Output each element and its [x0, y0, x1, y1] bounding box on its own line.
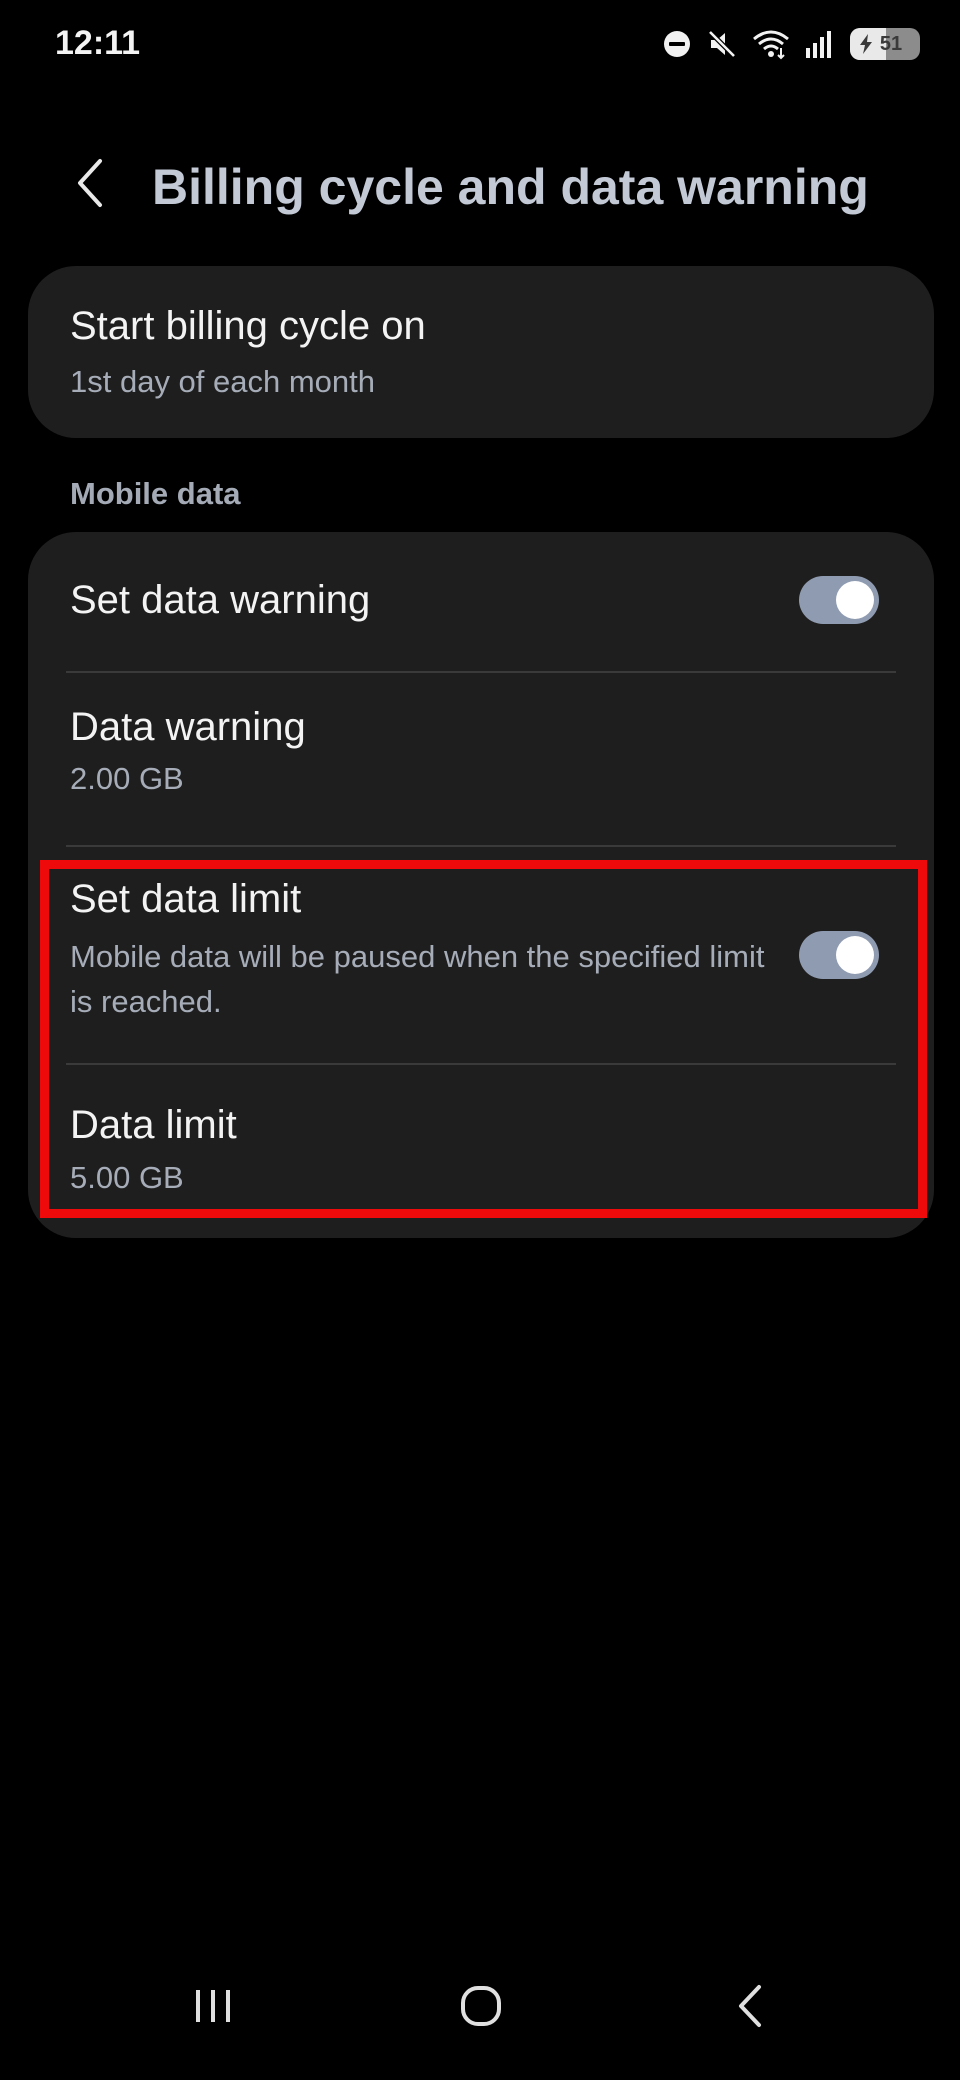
back-button[interactable]: [60, 155, 120, 215]
data-warning-label: Data warning: [70, 705, 306, 749]
data-limit-label: Data limit: [70, 1103, 237, 1147]
billing-cycle-card: Start billing cycle on 1st day of each m…: [28, 266, 934, 438]
set-data-warning-row[interactable]: Set data warning: [28, 532, 934, 672]
billing-cycle-row[interactable]: Start billing cycle on 1st day of each m…: [28, 266, 934, 438]
page-title: Billing cycle and data warning: [152, 159, 869, 215]
app-header: Billing cycle and data warning: [0, 140, 960, 230]
set-data-warning-label: Set data warning: [70, 578, 371, 622]
chevron-left-icon: [73, 157, 107, 214]
data-warning-value: 2.00 GB: [70, 761, 184, 796]
signal-icon: [804, 28, 836, 60]
set-data-warning-toggle[interactable]: [799, 576, 879, 624]
data-limit-row[interactable]: Data limit 5.00 GB: [28, 1065, 934, 1238]
mute-icon: [706, 28, 738, 60]
do-not-disturb-icon: [662, 29, 692, 59]
nav-back-button[interactable]: [700, 1968, 800, 2048]
toggle-knob: [836, 936, 874, 974]
set-data-limit-row[interactable]: Set data limit Mobile data will be pause…: [28, 847, 934, 1023]
back-icon: [735, 1983, 765, 2034]
recent-apps-icon: [191, 1986, 235, 2031]
recent-apps-button[interactable]: [163, 1968, 263, 2048]
navigation-bar: [0, 1950, 960, 2080]
data-limit-value: 5.00 GB: [70, 1160, 184, 1195]
battery-level: 51: [879, 32, 903, 55]
section-label-mobile-data: Mobile data: [70, 476, 241, 511]
home-icon: [459, 1984, 503, 2033]
set-data-limit-description: Mobile data will be paused when the spec…: [70, 939, 765, 1019]
billing-cycle-value: 1st day of each month: [70, 364, 376, 399]
set-data-limit-toggle[interactable]: [799, 931, 879, 979]
toggle-knob: [836, 581, 874, 619]
set-data-limit-label: Set data limit: [70, 877, 302, 921]
status-time: 12:11: [55, 24, 141, 62]
battery-icon: 51: [850, 28, 920, 60]
data-warning-row[interactable]: Data warning 2.00 GB: [28, 673, 934, 845]
status-icons: 51: [662, 26, 920, 62]
home-button[interactable]: [431, 1968, 531, 2048]
billing-cycle-title: Start billing cycle on: [70, 304, 426, 348]
mobile-data-card: Set data warning Data warning 2.00 GB Se…: [28, 532, 934, 1238]
wifi-icon: [752, 28, 790, 60]
status-bar: 12:11 51: [0, 0, 960, 90]
